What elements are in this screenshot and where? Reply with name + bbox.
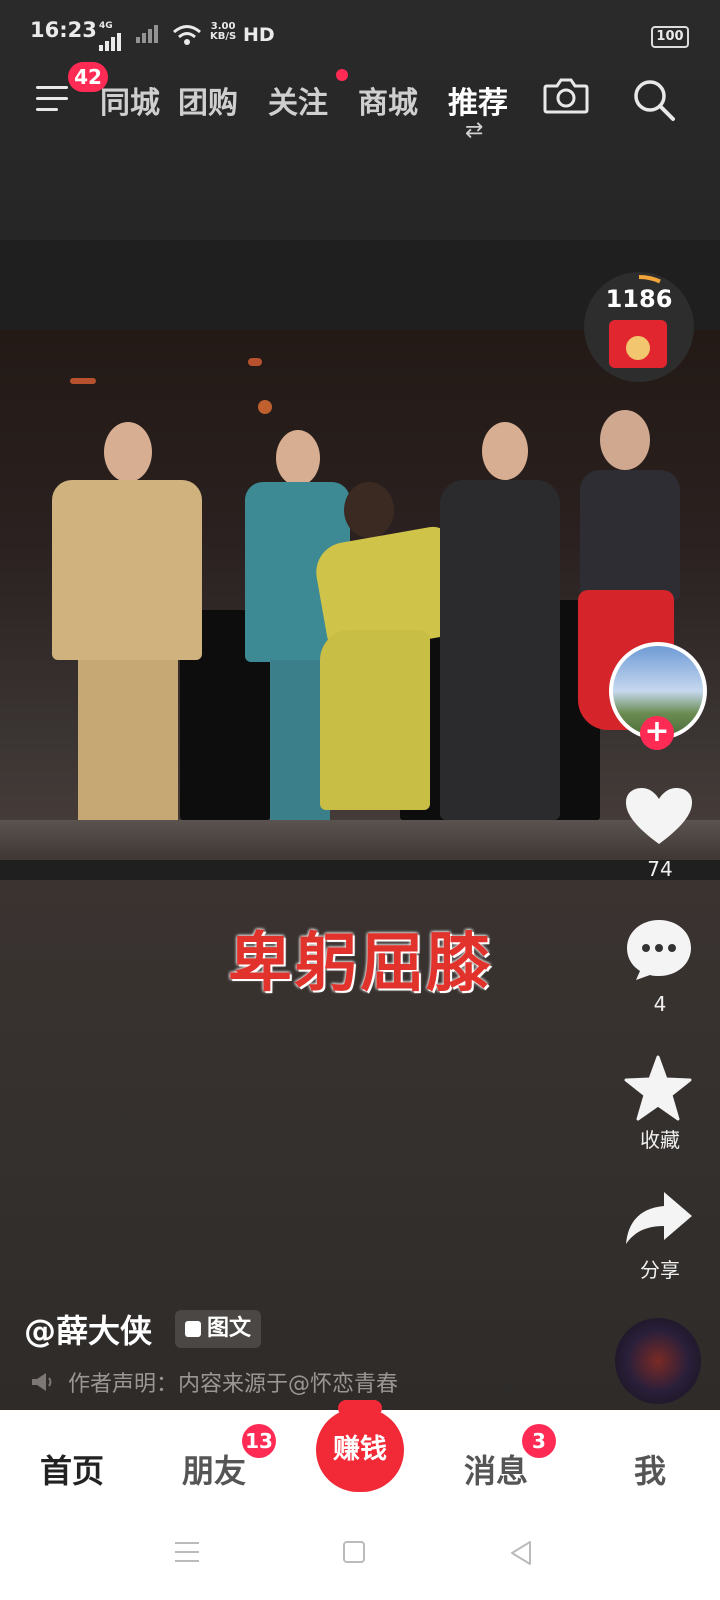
share-icon[interactable] [624, 1190, 694, 1246]
wifi-icon [173, 25, 201, 45]
earn-button[interactable]: 赚钱 [316, 1408, 404, 1492]
person-body [52, 480, 202, 660]
menu-icon[interactable] [36, 86, 68, 112]
sim2-signal-icon [136, 24, 160, 43]
tab-group-buy[interactable]: 团购 [178, 78, 238, 122]
messages-badge: 3 [522, 1424, 556, 1458]
heart-icon[interactable] [624, 786, 694, 846]
share-label: 分享 [640, 1258, 680, 1282]
nav-home[interactable]: 首页 [40, 1446, 104, 1492]
person-head [276, 430, 320, 486]
network-type: 4G [99, 21, 113, 31]
nav-messages[interactable]: 消息 [464, 1446, 528, 1492]
camera-icon[interactable] [543, 77, 589, 115]
author-declaration: 作者声明：内容来源于@怀恋青春 [68, 1372, 399, 1397]
nav-me[interactable]: 我 [634, 1446, 666, 1492]
red-packet-count: 1186 [605, 285, 673, 313]
confetti [248, 358, 262, 366]
star-icon[interactable] [624, 1055, 692, 1121]
person-body [440, 480, 560, 820]
confetti [258, 400, 272, 414]
like-count: 74 [647, 857, 673, 881]
person-body [580, 470, 680, 600]
search-icon[interactable] [632, 78, 676, 122]
battery-icon: 100 [651, 26, 689, 48]
following-dot [336, 69, 348, 81]
collect-label: 收藏 [640, 1128, 680, 1152]
video-frame[interactable] [0, 330, 720, 860]
tab-recommend[interactable]: 推荐 [448, 78, 508, 122]
back-triangle-icon[interactable] [508, 1540, 534, 1566]
person-head [344, 482, 394, 538]
home-square-icon[interactable] [342, 1540, 366, 1564]
person-head [482, 422, 528, 480]
follow-plus-button[interactable]: + [640, 716, 674, 750]
coin-icon [626, 336, 650, 360]
speed-unit: KB/S [210, 31, 237, 42]
cell-signal-icon: 4G [99, 22, 123, 51]
nav-friends[interactable]: 朋友 [182, 1446, 246, 1492]
comment-count: 4 [653, 992, 667, 1016]
stage-floor [0, 820, 720, 860]
megaphone-icon [32, 1373, 52, 1391]
network-speed: 3.00 KB/S [210, 22, 236, 42]
swap-icon[interactable]: ⇄ [465, 118, 483, 143]
status-time: 16:23 [30, 18, 97, 42]
person-head [600, 410, 650, 470]
video-caption: 卑躬屈膝 [228, 927, 492, 1001]
recent-apps-icon[interactable] [174, 1540, 200, 1564]
person-head [104, 422, 152, 482]
person-legs [78, 660, 178, 820]
tab-mall[interactable]: 商城 [358, 78, 418, 122]
friends-badge: 13 [242, 1424, 276, 1458]
author-name[interactable]: @薛大侠 [24, 1306, 152, 1352]
comment-icon[interactable] [624, 918, 694, 982]
music-disc-icon[interactable] [615, 1318, 701, 1404]
image-text-label: 图文 [207, 1316, 252, 1341]
tab-following[interactable]: 关注 [268, 78, 328, 122]
tab-local[interactable]: 同城 [100, 78, 160, 122]
person-legs [320, 630, 430, 810]
hd-indicator: HD [243, 24, 275, 46]
layers-icon [185, 1321, 201, 1337]
image-text-tag: 图文 [175, 1310, 262, 1348]
confetti [70, 378, 96, 384]
